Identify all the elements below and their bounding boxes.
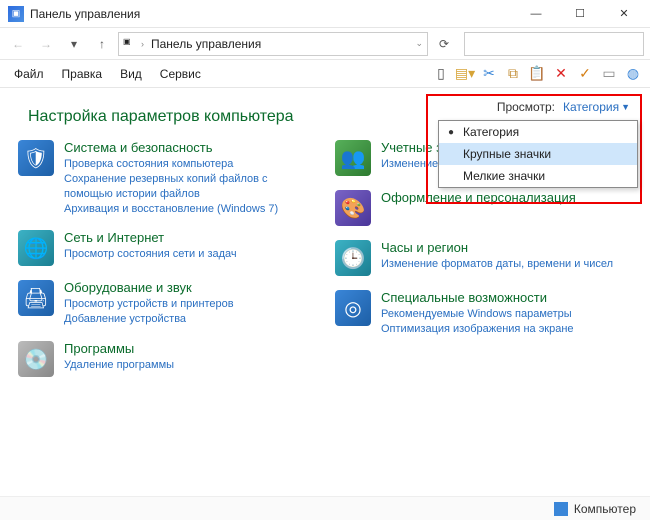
view-by-label: Просмотр: xyxy=(497,100,555,114)
view-option-small-icons[interactable]: Мелкие значки xyxy=(439,165,637,187)
radio-checked-icon: ● xyxy=(447,127,455,138)
delete-icon[interactable]: ✕ xyxy=(550,63,572,85)
window-titlebar: ▣ Панель управления — ☐ ✕ xyxy=(0,0,650,28)
recent-locations-button[interactable]: ▾ xyxy=(62,32,86,56)
minimize-button[interactable]: — xyxy=(514,0,558,28)
cut-icon[interactable]: ✂ xyxy=(478,63,500,85)
breadcrumb-root[interactable]: Панель управления xyxy=(148,37,264,51)
users-icon: 👥 xyxy=(335,140,371,176)
globe-icon[interactable]: ◍ xyxy=(622,63,644,85)
link-recommended-settings[interactable]: Рекомендуемые Windows параметры xyxy=(381,307,574,322)
category-title[interactable]: Система и безопасность xyxy=(64,140,315,155)
computer-icon xyxy=(554,502,568,516)
category-title[interactable]: Часы и регион xyxy=(381,240,613,255)
category-title[interactable]: Программы xyxy=(64,341,174,356)
menu-item-label: Крупные значки xyxy=(463,147,551,161)
view-by-menu: ● Категория Крупные значки Мелкие значки xyxy=(438,120,638,188)
refresh-button[interactable]: ⟳ xyxy=(432,32,456,56)
organize-icon[interactable]: ▤▾ xyxy=(454,63,476,85)
left-column: 🛡 Система и безопасность Проверка состоя… xyxy=(18,140,315,391)
globe-network-icon: 🌐 xyxy=(18,230,54,266)
link-add-device[interactable]: Добавление устройства xyxy=(64,312,234,327)
category-programs: 💿 Программы Удаление программы xyxy=(18,341,315,377)
link-backup-restore[interactable]: Архивация и восстановление (Windows 7) xyxy=(64,202,315,217)
clock-icon: 🕒 xyxy=(335,240,371,276)
maximize-button[interactable]: ☐ xyxy=(558,0,602,28)
category-network: 🌐 Сеть и Интернет Просмотр состояния сет… xyxy=(18,230,315,266)
view-by-dropdown[interactable]: Категория ▼ xyxy=(559,98,634,116)
view-by-control: Просмотр: Категория ▼ xyxy=(497,98,634,116)
menu-item-label: Мелкие значки xyxy=(463,169,545,183)
address-bar[interactable]: ▣ › Панель управления ⌄ xyxy=(118,32,428,56)
panes-icon[interactable]: ▯ xyxy=(430,63,452,85)
navigation-bar: ← → ▾ ↑ ▣ › Панель управления ⌄ ⟳ xyxy=(0,28,650,60)
link-devices-printers[interactable]: Просмотр устройств и принтеров xyxy=(64,297,234,312)
copy-icon[interactable]: ⧉ xyxy=(502,63,524,85)
menu-service[interactable]: Сервис xyxy=(152,64,209,84)
ease-of-access-icon: ◎ xyxy=(335,290,371,326)
view-by-value: Категория xyxy=(563,100,619,114)
address-icon: ▣ xyxy=(123,37,137,51)
menu-item-label: Категория xyxy=(463,125,519,139)
up-button[interactable]: ↑ xyxy=(90,32,114,56)
category-hardware-sound: 🖨 Оборудование и звук Просмотр устройств… xyxy=(18,280,315,327)
forward-button[interactable]: → xyxy=(34,32,58,56)
category-title[interactable]: Специальные возможности xyxy=(381,290,574,305)
category-title[interactable]: Сеть и Интернет xyxy=(64,230,237,245)
menu-view[interactable]: Вид xyxy=(112,64,150,84)
status-bar: Компьютер xyxy=(0,496,650,520)
close-button[interactable]: ✕ xyxy=(602,0,646,28)
link-network-status[interactable]: Просмотр состояния сети и задач xyxy=(64,247,237,262)
properties-icon[interactable]: ▭ xyxy=(598,63,620,85)
link-date-time-formats[interactable]: Изменение форматов даты, времени и чисел xyxy=(381,257,613,272)
link-check-status[interactable]: Проверка состояния компьютера xyxy=(64,157,315,172)
category-clock-region: 🕒 Часы и регион Изменение форматов даты,… xyxy=(335,240,632,276)
window-title: Панель управления xyxy=(30,7,140,21)
disc-icon: 💿 xyxy=(18,341,54,377)
shield-icon: 🛡 xyxy=(18,140,54,176)
category-title[interactable]: Оформление и персонализация xyxy=(381,190,576,205)
category-title[interactable]: Оборудование и звук xyxy=(64,280,234,295)
appearance-icon: 🎨 xyxy=(335,190,371,226)
printer-icon: 🖨 xyxy=(18,280,54,316)
category-ease-of-access: ◎ Специальные возможности Рекомендуемые … xyxy=(335,290,632,337)
chevron-down-icon: ▼ xyxy=(621,102,630,112)
address-history-icon[interactable]: ⌄ xyxy=(415,38,423,49)
content-area: Настройка параметров компьютера Просмотр… xyxy=(0,88,650,405)
back-button[interactable]: ← xyxy=(6,32,30,56)
status-label: Компьютер xyxy=(574,502,636,516)
search-input[interactable] xyxy=(464,32,644,56)
view-option-large-icons[interactable]: Крупные значки xyxy=(439,143,637,165)
breadcrumb-chevron-icon: › xyxy=(141,39,144,49)
menu-edit[interactable]: Правка xyxy=(54,64,111,84)
link-uninstall-program[interactable]: Удаление программы xyxy=(64,358,174,373)
menu-bar: Файл Правка Вид Сервис ▯ ▤▾ ✂ ⧉ 📋 ✕ ✓ ▭ … xyxy=(0,60,650,88)
link-optimize-display[interactable]: Оптимизация изображения на экране xyxy=(381,322,574,337)
category-appearance: 🎨 Оформление и персонализация xyxy=(335,190,632,226)
paste-icon[interactable]: 📋 xyxy=(526,63,548,85)
link-file-history[interactable]: Сохранение резервных копий файлов с помо… xyxy=(64,172,315,202)
apply-icon[interactable]: ✓ xyxy=(574,63,596,85)
view-option-category[interactable]: ● Категория xyxy=(439,121,637,143)
category-system-security: 🛡 Система и безопасность Проверка состоя… xyxy=(18,140,315,216)
menu-file[interactable]: Файл xyxy=(6,64,52,84)
control-panel-icon: ▣ xyxy=(8,6,24,22)
